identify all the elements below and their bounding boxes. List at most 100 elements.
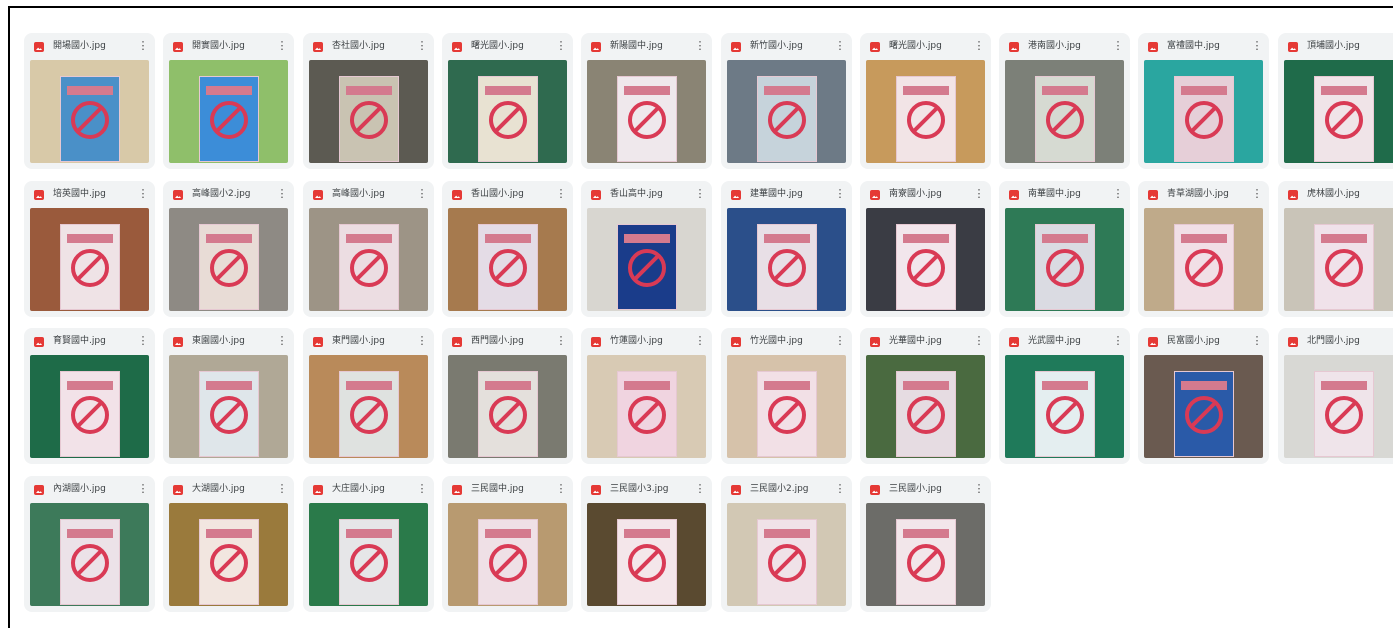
more-options-icon[interactable]: ⋮ (555, 482, 567, 496)
more-options-icon[interactable]: ⋮ (1112, 187, 1124, 201)
more-options-icon[interactable]: ⋮ (694, 39, 706, 53)
file-tile[interactable]: 開場國小.jpg ⋮ (24, 33, 155, 169)
file-thumbnail[interactable] (169, 208, 288, 311)
file-thumbnail[interactable] (587, 60, 706, 163)
more-options-icon[interactable]: ⋮ (137, 482, 149, 496)
file-thumbnail[interactable] (169, 503, 288, 606)
file-thumbnail[interactable] (1005, 208, 1124, 311)
more-options-icon[interactable]: ⋮ (416, 482, 428, 496)
file-tile[interactable]: 大庄國小.jpg ⋮ (303, 476, 434, 612)
more-options-icon[interactable]: ⋮ (973, 334, 985, 348)
file-tile[interactable]: 三民國中.jpg ⋮ (442, 476, 573, 612)
file-tile[interactable]: 青草湖國小.jpg ⋮ (1138, 181, 1269, 317)
more-options-icon[interactable]: ⋮ (555, 334, 567, 348)
file-tile[interactable]: 竹蓮國小.jpg ⋮ (581, 328, 712, 464)
more-options-icon[interactable]: ⋮ (1251, 39, 1263, 53)
more-options-icon[interactable]: ⋮ (1112, 334, 1124, 348)
file-thumbnail[interactable] (169, 355, 288, 458)
more-options-icon[interactable]: ⋮ (276, 187, 288, 201)
more-options-icon[interactable]: ⋮ (834, 334, 846, 348)
file-tile[interactable]: 南華國中.jpg ⋮ (999, 181, 1130, 317)
file-thumbnail[interactable] (309, 503, 428, 606)
more-options-icon[interactable]: ⋮ (137, 39, 149, 53)
file-tile[interactable]: 香山高中.jpg ⋮ (581, 181, 712, 317)
file-thumbnail[interactable] (727, 355, 846, 458)
file-tile[interactable]: 西門國小.jpg ⋮ (442, 328, 573, 464)
more-options-icon[interactable]: ⋮ (416, 39, 428, 53)
file-tile[interactable]: 富禮國中.jpg ⋮ (1138, 33, 1269, 169)
file-tile[interactable]: 培英國中.jpg ⋮ (24, 181, 155, 317)
more-options-icon[interactable]: ⋮ (416, 187, 428, 201)
file-tile[interactable]: 三民國小2.jpg ⋮ (721, 476, 852, 612)
file-thumbnail[interactable] (448, 503, 567, 606)
file-tile[interactable]: 高峰國小2.jpg ⋮ (163, 181, 294, 317)
more-options-icon[interactable]: ⋮ (834, 187, 846, 201)
file-thumbnail[interactable] (448, 60, 567, 163)
file-thumbnail[interactable] (309, 355, 428, 458)
more-options-icon[interactable]: ⋮ (973, 482, 985, 496)
file-tile[interactable]: 曙光國小.jpg ⋮ (860, 33, 991, 169)
file-thumbnail[interactable] (1284, 355, 1393, 458)
file-thumbnail[interactable] (587, 208, 706, 311)
more-options-icon[interactable]: ⋮ (694, 482, 706, 496)
more-options-icon[interactable]: ⋮ (973, 39, 985, 53)
file-tile[interactable]: 開實國小.jpg ⋮ (163, 33, 294, 169)
file-tile[interactable]: 東門國小.jpg ⋮ (303, 328, 434, 464)
more-options-icon[interactable]: ⋮ (1251, 334, 1263, 348)
more-options-icon[interactable]: ⋮ (416, 334, 428, 348)
file-thumbnail[interactable] (1144, 208, 1263, 311)
file-tile[interactable]: 北門國小.jpg⋮ (1278, 328, 1393, 464)
file-tile[interactable]: 香山國小.jpg ⋮ (442, 181, 573, 317)
more-options-icon[interactable]: ⋮ (276, 334, 288, 348)
file-thumbnail[interactable] (448, 355, 567, 458)
file-tile[interactable]: 大湖國小.jpg ⋮ (163, 476, 294, 612)
file-tile[interactable]: 育賢國中.jpg ⋮ (24, 328, 155, 464)
file-thumbnail[interactable] (1005, 60, 1124, 163)
file-tile[interactable]: 東園國小.jpg ⋮ (163, 328, 294, 464)
file-tile[interactable]: 三民國小3.jpg ⋮ (581, 476, 712, 612)
file-thumbnail[interactable] (30, 208, 149, 311)
file-thumbnail[interactable] (309, 60, 428, 163)
more-options-icon[interactable]: ⋮ (276, 39, 288, 53)
file-tile[interactable]: 高峰國小.jpg ⋮ (303, 181, 434, 317)
file-tile[interactable]: 南寮國小.jpg ⋮ (860, 181, 991, 317)
file-tile[interactable]: 三民國小.jpg ⋮ (860, 476, 991, 612)
more-options-icon[interactable]: ⋮ (555, 187, 567, 201)
more-options-icon[interactable]: ⋮ (834, 482, 846, 496)
more-options-icon[interactable]: ⋮ (276, 482, 288, 496)
file-thumbnail[interactable] (866, 355, 985, 458)
file-thumbnail[interactable] (1144, 60, 1263, 163)
file-thumbnail[interactable] (1284, 208, 1393, 311)
more-options-icon[interactable]: ⋮ (555, 39, 567, 53)
file-thumbnail[interactable] (309, 208, 428, 311)
file-tile[interactable]: 新陽國中.jpg ⋮ (581, 33, 712, 169)
more-options-icon[interactable]: ⋮ (137, 334, 149, 348)
file-thumbnail[interactable] (587, 503, 706, 606)
file-thumbnail[interactable] (169, 60, 288, 163)
more-options-icon[interactable]: ⋮ (694, 187, 706, 201)
file-tile[interactable]: 新竹國小.jpg ⋮ (721, 33, 852, 169)
file-thumbnail[interactable] (30, 503, 149, 606)
file-thumbnail[interactable] (1144, 355, 1263, 458)
file-tile[interactable]: 杏社國小.jpg ⋮ (303, 33, 434, 169)
more-options-icon[interactable]: ⋮ (834, 39, 846, 53)
file-thumbnail[interactable] (1284, 60, 1393, 163)
file-thumbnail[interactable] (30, 60, 149, 163)
file-tile[interactable]: 內湖國小.jpg ⋮ (24, 476, 155, 612)
file-thumbnail[interactable] (30, 355, 149, 458)
more-options-icon[interactable]: ⋮ (1112, 39, 1124, 53)
more-options-icon[interactable]: ⋮ (694, 334, 706, 348)
file-thumbnail[interactable] (587, 355, 706, 458)
file-thumbnail[interactable] (866, 60, 985, 163)
file-thumbnail[interactable] (448, 208, 567, 311)
file-thumbnail[interactable] (727, 503, 846, 606)
file-tile[interactable]: 光華國中.jpg ⋮ (860, 328, 991, 464)
file-tile[interactable]: 民富國小.jpg ⋮ (1138, 328, 1269, 464)
more-options-icon[interactable]: ⋮ (973, 187, 985, 201)
file-tile[interactable]: 竹光國中.jpg ⋮ (721, 328, 852, 464)
more-options-icon[interactable]: ⋮ (1251, 187, 1263, 201)
file-tile[interactable]: 頂埔國小.jpg⋮ (1278, 33, 1393, 169)
file-thumbnail[interactable] (727, 60, 846, 163)
file-tile[interactable]: 港南國小.jpg ⋮ (999, 33, 1130, 169)
file-tile[interactable]: 曙光國小.jpg ⋮ (442, 33, 573, 169)
